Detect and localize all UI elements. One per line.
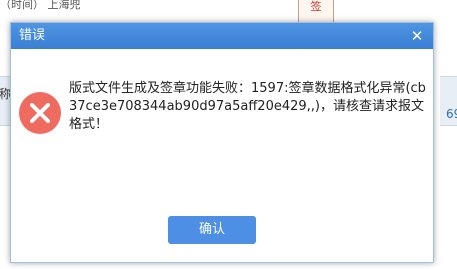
dialog-title: 错误 [19,28,46,43]
background-top-text: （时间） 上海兜 [0,0,80,11]
close-icon[interactable]: ✕ [407,26,427,46]
background-table-header-right: 69 [440,76,457,126]
confirm-button[interactable]: 确认 [168,216,256,244]
background-sign-tab[interactable]: 签 [298,0,334,24]
error-message: 版式文件生成及签章功能失败：1597:签章数据格式化异常(cb37ce3e708… [69,81,426,132]
dialog-titlebar[interactable]: 错误 ✕ [11,23,433,49]
background-sign-tab-label: 签 [310,0,322,13]
error-x-icon [19,92,61,134]
background-right-col-value: 69 [446,107,457,121]
error-dialog: 错误 ✕ 版式文件生成及签章功能失败：1597:签章数据格式化异常(cb37ce… [10,22,434,263]
